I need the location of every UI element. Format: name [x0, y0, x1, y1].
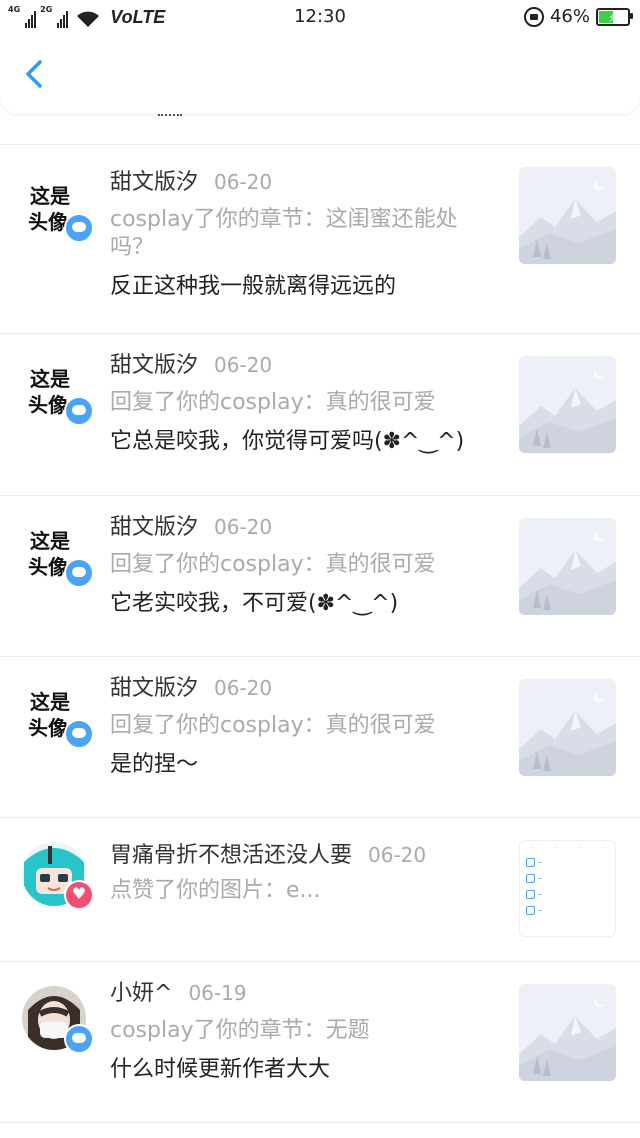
username[interactable]: 小妍^ [110, 981, 172, 1006]
notification-action: 回复了你的cosplay：真的很可爱 [110, 713, 436, 738]
mountain-placeholder-thumbnail[interactable] [519, 518, 616, 615]
status-right: 46% ⚡ [523, 6, 633, 28]
notification-date: 06-20 [214, 676, 273, 700]
mountain-placeholder-thumbnail[interactable] [519, 984, 616, 1081]
svg-text:头像: 头像 [28, 555, 69, 579]
charging-icon: ⚡ [608, 11, 617, 25]
username[interactable]: 甜文版汐 [110, 170, 198, 195]
notification-text: 甜文版汐 06-20 cosplay了你的章节：这闺蜜还能处吗？ 反正这种我一般就离得… [110, 167, 500, 302]
comment-badge-icon [64, 1024, 94, 1054]
notification-content: 反正这种我一般就离得远远的 [110, 274, 397, 299]
notification-text: 甜文版汐 06-20 回复了你的cosplay：真的很可爱它总是咬我，你觉得可爱吗(… [110, 350, 500, 457]
notification-content: 它老实咬我，不可爱(✽^‿^) [110, 591, 399, 616]
svg-text:这是: 这是 [30, 529, 70, 553]
svg-text:这是: 这是 [30, 367, 70, 391]
notification-date: 06-20 [214, 170, 273, 194]
notification-text: 小妍^ 06-19 cosplay了你的章节：无题 什么时候更新作者大大 [110, 978, 500, 1085]
notification-item[interactable]: 这是 头像 甜文版汐 06-20 cosplay了你的章节：这闺蜜还能处吗？ 反正这种… [0, 145, 640, 334]
notification-action: cosplay了你的章节：这闺蜜还能处吗？ [110, 207, 458, 260]
svg-text:头像: 头像 [28, 393, 69, 417]
username[interactable]: 胃痛骨折不想活还没人要 [110, 843, 352, 868]
notification-item[interactable]: 胃痛骨折不想活还没人要 06-20 点赞了你的图片：e... ····———— [0, 818, 640, 962]
user-avatar[interactable]: 这是 头像 [22, 520, 94, 588]
notification-date: 06-20 [214, 515, 273, 539]
notification-item[interactable]: 这是 头像 甜文版汐 06-20 回复了你的cosplay：真的很可爱 是的捏～ [0, 657, 640, 818]
username[interactable]: 甜文版汐 [110, 676, 198, 701]
comment-badge-icon [64, 396, 94, 426]
notification-text: 胃痛骨折不想活还没人要 06-20 点赞了你的图片：e... [110, 840, 500, 905]
notification-item[interactable]: 小妍^ 06-19 cosplay了你的章节：无题 什么时候更新作者大大 [0, 962, 640, 1123]
comment-badge-icon [64, 558, 94, 588]
heart-badge-icon [64, 880, 94, 910]
username[interactable]: 甜文版汐 [110, 515, 198, 540]
notification-content: 是的捏～ [110, 752, 199, 777]
user-avatar[interactable] [22, 986, 94, 1054]
mountain-placeholder-thumbnail[interactable] [519, 167, 616, 264]
notification-date: 06-20 [368, 843, 427, 867]
user-avatar[interactable]: 这是 头像 [22, 175, 94, 243]
list-top-divider [0, 114, 640, 145]
mountain-placeholder-thumbnail[interactable] [519, 679, 616, 776]
notification-date: 06-20 [214, 353, 273, 377]
notification-item[interactable]: 这是 头像 甜文版汐 06-20 回复了你的cosplay：真的很可爱它总是咬我，你… [0, 334, 640, 496]
mountain-placeholder-image [519, 356, 616, 453]
svg-text:头像: 头像 [28, 716, 69, 740]
back-button[interactable] [16, 54, 56, 94]
battery-icon: ⚡ [596, 8, 633, 26]
user-avatar[interactable]: 这是 头像 [22, 681, 94, 749]
mountain-placeholder-image [519, 167, 616, 264]
notification-text: 甜文版汐 06-20 回复了你的cosplay：真的很可爱 它老实咬我，不可爱(✽^‿… [110, 512, 500, 619]
notification-date: 06-19 [188, 981, 247, 1005]
notification-action: cosplay了你的章节：无题 [110, 1018, 370, 1043]
battery-percent: 46% [549, 6, 590, 27]
chevron-left-icon [26, 60, 42, 88]
mountain-placeholder-image [519, 679, 616, 776]
lock-rotation-icon [523, 7, 544, 27]
user-avatar[interactable] [22, 842, 94, 910]
notification-action: 回复了你的cosplay：真的很可爱 [110, 552, 436, 577]
username[interactable]: 甜文版汐 [110, 353, 198, 378]
mountain-placeholder-thumbnail[interactable] [519, 356, 616, 453]
notification-item[interactable]: 这是 头像 甜文版汐 06-20 回复了你的cosplay：真的很可爱 它老实咬我，不… [0, 496, 640, 657]
user-avatar[interactable]: 这是 头像 [22, 358, 94, 426]
comment-badge-icon [64, 719, 94, 749]
svg-text:这是: 这是 [30, 184, 70, 208]
notification-action: 回复了你的cosplay：真的很可爱 [110, 390, 436, 415]
screenshot-thumbnail[interactable]: · · · · — — — — [519, 840, 616, 937]
comment-badge-icon [64, 213, 94, 243]
svg-text:这是: 这是 [30, 690, 70, 714]
svg-text:头像: 头像 [28, 210, 69, 234]
mountain-placeholder-image [519, 518, 616, 615]
status-bar: 4G 2G VoLTE 12:30 46% ⚡ [0, 0, 640, 34]
top-bar [0, 34, 640, 114]
notification-content: 什么时候更新作者大大 [110, 1057, 331, 1082]
notification-text: 甜文版汐 06-20 回复了你的cosplay：真的很可爱 是的捏～ [110, 673, 500, 780]
mountain-placeholder-image [519, 984, 616, 1081]
notification-content: 它总是咬我，你觉得可爱吗(✽^‿^) [110, 429, 465, 454]
notification-list: 这是 头像 甜文版汐 06-20 cosplay了你的章节：这闺蜜还能处吗？ 反正这种… [0, 114, 640, 1123]
notification-action: 点赞了你的图片：e... [110, 878, 321, 903]
